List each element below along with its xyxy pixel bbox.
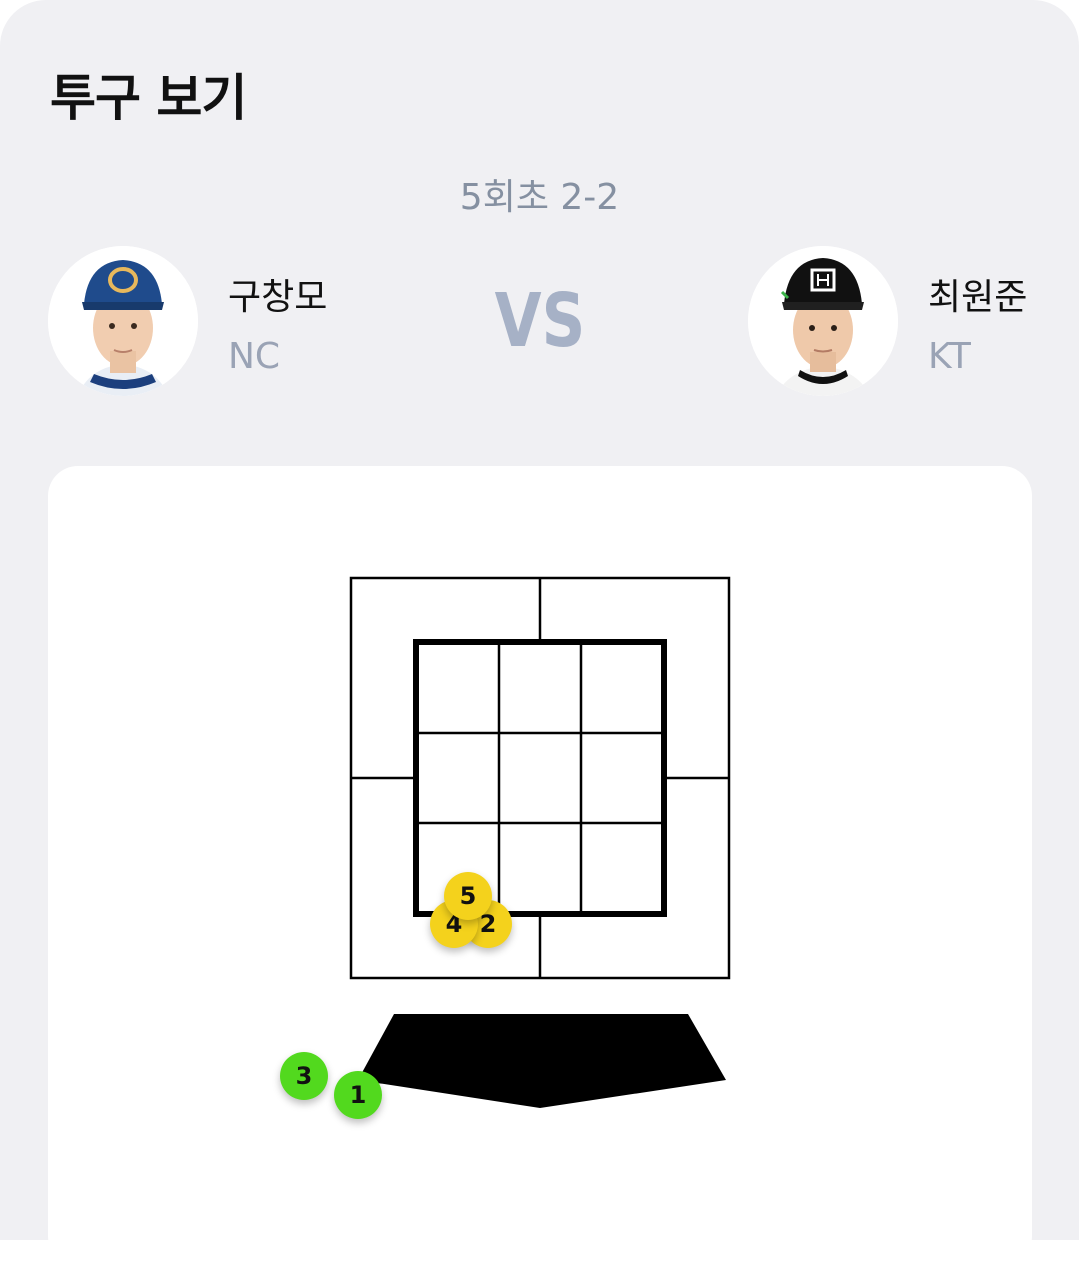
pitcher-name: 구창모 [228, 277, 328, 318]
pitch-marker-1[interactable]: 1 [334, 1071, 382, 1119]
strike-zone [413, 639, 667, 917]
page-title: 투구 보기 [50, 69, 247, 127]
pitch-marker-5[interactable]: 5 [444, 872, 492, 920]
pitch-marker-3[interactable]: 3 [280, 1052, 328, 1100]
vs-label: VS [494, 278, 586, 364]
pitch-location-card: 2 4 5 3 1 [48, 466, 1032, 1266]
batter-name: 최원준 [928, 277, 1028, 318]
player-photo-nc-icon [48, 246, 198, 396]
player-photo-kt-icon [748, 246, 898, 396]
pitcher-avatar [48, 246, 198, 396]
batter-avatar [748, 246, 898, 396]
pitch-view-sheet: 투구 보기 5회초 2-2 구창모 NC VS 최원준 KT 2 4 5 3 1 [0, 0, 1079, 1266]
home-plate [358, 1014, 726, 1108]
inning-score: 5회초 2-2 [459, 177, 620, 218]
batter-team: KT [928, 336, 971, 377]
pitcher-team: NC [228, 336, 281, 377]
strike-zone-graphic [349, 576, 731, 1108]
